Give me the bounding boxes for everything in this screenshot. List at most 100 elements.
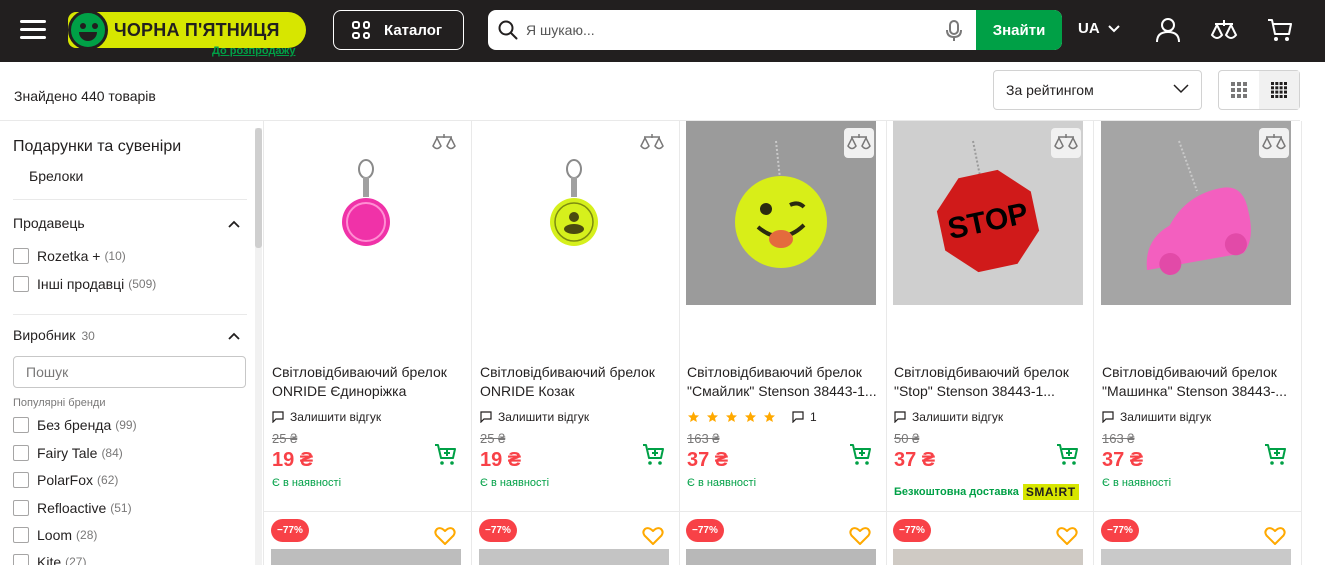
product-card[interactable]: Світловідбиваючий брелок ONRIDE Єдиноріж… — [264, 121, 472, 512]
product-card[interactable]: −77% — [1094, 512, 1302, 565]
product-card[interactable]: Світловідбиваючий брелок "Машинка" Stens… — [1094, 121, 1302, 512]
add-to-cart-icon[interactable] — [1056, 442, 1080, 466]
compare-button[interactable] — [1051, 128, 1081, 158]
seller-filter-title[interactable]: Продавець — [13, 215, 85, 231]
checkbox[interactable] — [13, 417, 29, 433]
product-card[interactable]: −77% — [472, 512, 680, 565]
checkbox[interactable] — [13, 445, 29, 461]
checkbox[interactable] — [13, 248, 29, 264]
old-price: 163 ₴ — [687, 431, 720, 446]
checkbox[interactable] — [13, 500, 29, 516]
filter-count: (28) — [76, 528, 98, 542]
chevron-down-icon — [1107, 24, 1120, 32]
filter-checkbox-loom[interactable]: Loom (28) — [13, 527, 97, 543]
add-to-cart-icon[interactable] — [642, 442, 666, 466]
compare-icon[interactable] — [1210, 16, 1238, 44]
subcategory-link[interactable]: Брелоки — [29, 168, 83, 184]
heart-icon[interactable] — [1056, 526, 1078, 546]
add-to-cart-icon[interactable] — [1264, 442, 1288, 466]
compare-button[interactable] — [637, 128, 667, 158]
brand-search-input[interactable] — [13, 356, 246, 388]
checkbox[interactable] — [13, 554, 29, 565]
product-title[interactable]: Світловідбиваючий брелок ONRIDE Козак — [480, 363, 674, 401]
filter-checkbox-no-brand[interactable]: Без бренда (99) — [13, 417, 137, 433]
product-title[interactable]: Світловідбиваючий брелок "Машинка" Stens… — [1102, 363, 1296, 401]
compare-button[interactable] — [1259, 128, 1289, 158]
product-title[interactable]: Світловідбиваючий брелок "Смайлик" Stens… — [687, 363, 881, 401]
filter-label: Інші продавці — [37, 276, 125, 292]
product-card[interactable]: Світловідбиваючий брелок "Смайлик" Stens… — [679, 121, 887, 512]
product-image[interactable] — [479, 549, 669, 565]
product-title[interactable]: Світловідбиваючий брелок "Stop" Stenson … — [894, 363, 1088, 401]
checkbox[interactable] — [13, 276, 29, 292]
microphone-icon[interactable] — [946, 20, 962, 42]
user-icon[interactable] — [1154, 16, 1182, 44]
filter-checkbox-polarfox[interactable]: PolarFox (62) — [13, 472, 118, 488]
chevron-up-icon[interactable] — [228, 332, 240, 340]
product-image[interactable] — [686, 549, 876, 565]
language-switcher[interactable]: UA — [1078, 20, 1120, 37]
grid-small-icon — [1271, 82, 1287, 98]
review-label: Залишити відгук — [912, 410, 1004, 424]
product-card[interactable]: −77% — [679, 512, 887, 565]
compare-button[interactable] — [429, 128, 459, 158]
product-image[interactable] — [1101, 549, 1291, 565]
view-toggle — [1218, 70, 1300, 110]
heart-icon[interactable] — [434, 526, 456, 546]
sidebar-scrollbar[interactable] — [255, 128, 262, 565]
filter-checkbox-fairy-tale[interactable]: Fairy Tale (84) — [13, 445, 123, 461]
add-to-cart-icon[interactable] — [434, 442, 458, 466]
scrollbar-thumb[interactable] — [255, 128, 262, 248]
brand-filter-title[interactable]: Виробник 30 — [13, 327, 95, 343]
product-image[interactable] — [271, 549, 461, 565]
discount-badge: −77% — [1101, 519, 1139, 542]
cart-icon[interactable] — [1266, 16, 1294, 44]
chevron-up-icon[interactable] — [228, 220, 240, 228]
price: 19 ₴ — [480, 449, 522, 471]
product-image[interactable] — [893, 549, 1083, 565]
divider — [13, 314, 247, 315]
large-tiles-view-button[interactable] — [1219, 71, 1259, 109]
checkbox[interactable] — [13, 472, 29, 488]
delivery-text: Безкоштовна доставка — [894, 486, 1019, 498]
menu-icon[interactable] — [20, 20, 46, 40]
add-to-cart-icon[interactable] — [849, 442, 873, 466]
review-link[interactable]: Залишити відгук — [480, 410, 589, 424]
heart-icon[interactable] — [642, 526, 664, 546]
review-link[interactable]: Залишити відгук — [1102, 410, 1211, 424]
star-icon — [726, 411, 737, 422]
category-title[interactable]: Подарунки та сувеніри — [13, 138, 181, 156]
sort-select[interactable]: За рейтингом — [993, 70, 1202, 110]
filter-checkbox-kite[interactable]: Kite (27) — [13, 554, 86, 565]
catalog-button[interactable]: Каталог — [333, 10, 464, 50]
search-button[interactable]: Знайти — [976, 10, 1062, 50]
filters-sidebar: Подарунки та сувеніри Брелоки Продавець … — [0, 121, 262, 565]
catalog-label: Каталог — [384, 21, 443, 39]
filter-checkbox-other-sellers[interactable]: Інші продавці (509) — [13, 276, 156, 292]
product-card[interactable]: −77% — [886, 512, 1094, 565]
filter-checkbox-refloactive[interactable]: Refloactive (51) — [13, 500, 132, 516]
product-card[interactable]: STOP Світловідбиваючий брелок "Stop" Ste… — [886, 121, 1094, 512]
product-title[interactable]: Світловідбиваючий брелок ONRIDE Єдиноріж… — [272, 363, 466, 401]
review-link[interactable]: Залишити відгук — [272, 410, 381, 424]
filter-checkbox-rozetka[interactable]: Rozetka + (10) — [13, 248, 126, 264]
filter-count: (62) — [97, 473, 119, 487]
availability-status: Є в наявності — [1102, 477, 1172, 489]
product-card[interactable]: −77% — [264, 512, 472, 565]
search-bar: Знайти — [488, 10, 1062, 50]
product-card[interactable]: Світловідбиваючий брелок ONRIDE Козак За… — [472, 121, 680, 512]
search-input[interactable] — [526, 10, 936, 50]
heart-icon[interactable] — [1264, 526, 1286, 546]
price: 37 ₴ — [894, 449, 936, 471]
compare-button[interactable] — [844, 128, 874, 158]
checkbox[interactable] — [13, 527, 29, 543]
small-tiles-view-button[interactable] — [1259, 71, 1299, 109]
heart-icon[interactable] — [849, 526, 871, 546]
rating-row[interactable]: 1 — [687, 410, 817, 424]
filter-label: PolarFox — [37, 472, 94, 488]
filter-count: (27) — [65, 555, 87, 565]
review-link[interactable]: Залишити відгук — [894, 410, 1003, 424]
sale-link[interactable]: До розпродажу — [212, 45, 295, 57]
filter-count: (509) — [128, 277, 157, 291]
logo[interactable]: ЧОРНА П'ЯТНИЦЯ — [68, 10, 306, 50]
